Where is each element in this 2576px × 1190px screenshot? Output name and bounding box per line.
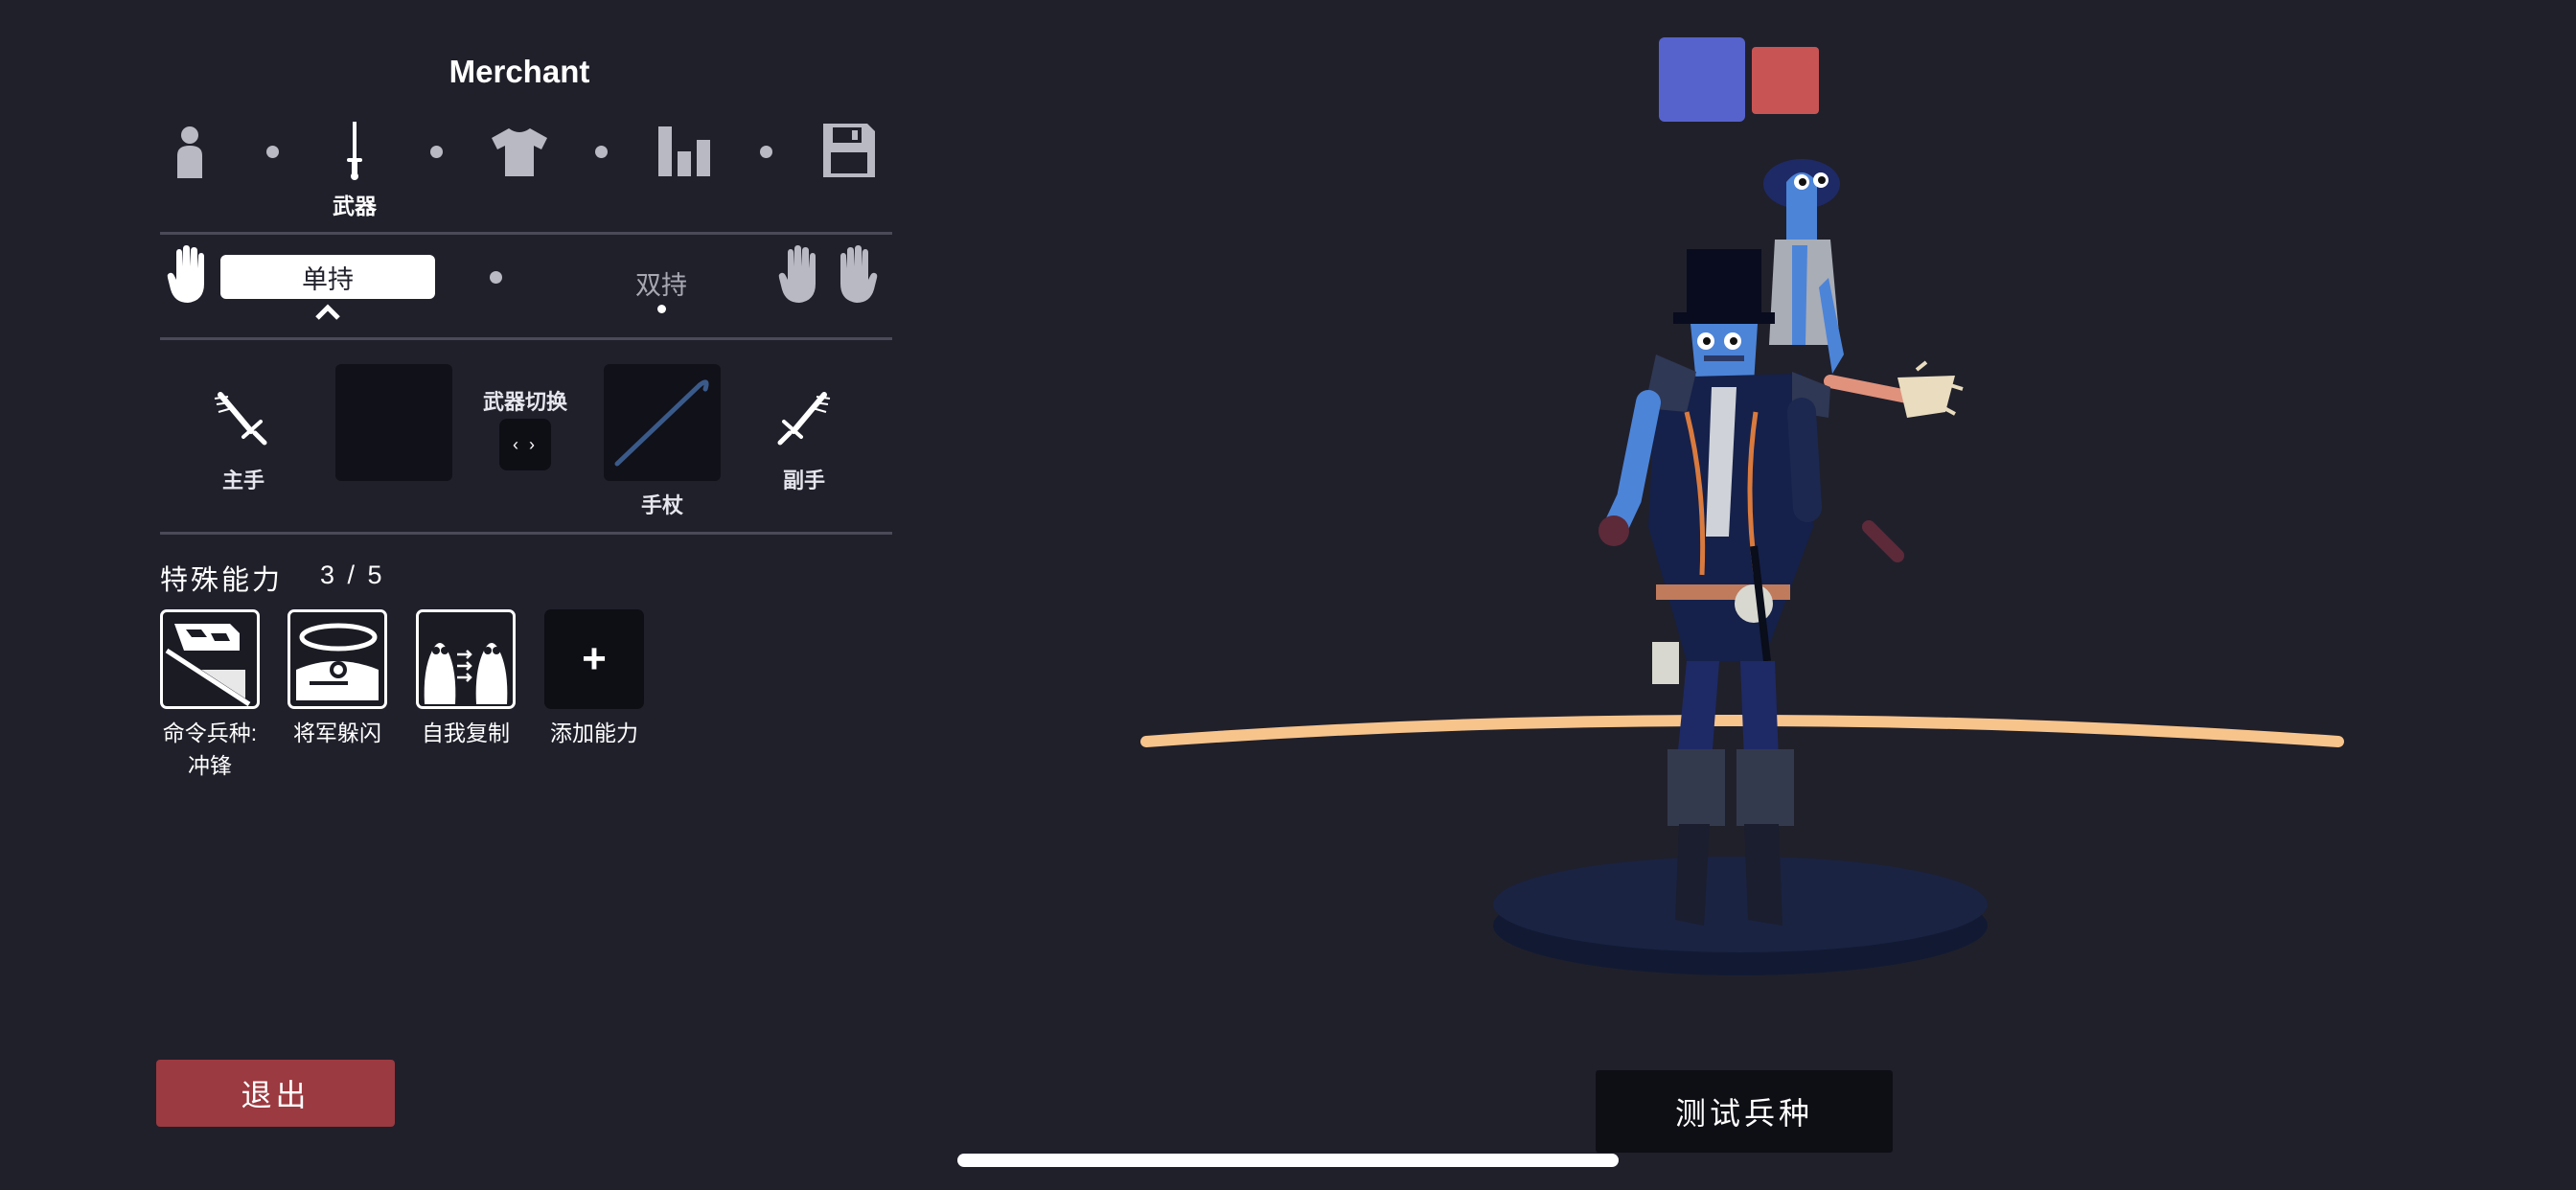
abilities-count: 3 / 5 — [320, 561, 385, 589]
weapon-switch-label: 武器切换 — [482, 390, 567, 414]
ability-command-charge[interactable] — [160, 609, 260, 709]
selected-chevron-icon — [314, 303, 341, 325]
ground-line — [1140, 715, 2344, 747]
one-hand-button[interactable] — [167, 245, 213, 309]
off-hand-weapon-name: 手杖 — [640, 493, 683, 517]
abilities-title: 特殊能力 — [160, 565, 284, 596]
divider — [160, 532, 892, 535]
general-dodge-icon — [296, 623, 379, 700]
person-icon — [177, 126, 202, 178]
step-weapon-label: 武器 — [333, 194, 377, 218]
step-clothing[interactable] — [489, 125, 550, 178]
cane-icon — [614, 379, 709, 467]
unit-preview[interactable] — [1131, 125, 2367, 1006]
ability-label: 将军躲闪 — [293, 721, 381, 745]
weapon-switch-button[interactable]: ‹ › — [499, 419, 551, 470]
add-ability-button[interactable]: + — [544, 609, 644, 709]
off-hand-icon[interactable] — [774, 389, 832, 453]
step-separator — [266, 146, 279, 158]
one-handed-option[interactable]: 单持 — [220, 255, 435, 299]
hand-separator-dot — [490, 271, 502, 284]
stats-icon — [658, 126, 710, 176]
add-ability-label: 添加能力 — [550, 721, 638, 745]
ability-label: 自我复制 — [422, 721, 510, 745]
step-separator — [430, 146, 443, 158]
two-handed-option[interactable]: 双持 — [613, 264, 709, 302]
home-indicator[interactable] — [957, 1154, 1619, 1167]
shirt-icon — [492, 128, 547, 176]
step-person[interactable] — [171, 123, 209, 180]
divider — [160, 232, 892, 235]
off-hand-weapon-slot[interactable] — [604, 364, 721, 481]
two-hand-icon — [778, 245, 878, 303]
main-hand-weapon-slot[interactable] — [335, 364, 452, 481]
divider — [160, 337, 892, 340]
step-separator — [595, 146, 608, 158]
step-save[interactable] — [820, 121, 878, 180]
team-red-button[interactable] — [1752, 47, 1819, 114]
save-icon — [823, 124, 875, 177]
main-hand-icon[interactable] — [213, 389, 270, 453]
ability-label-line: 冲锋 — [188, 753, 232, 778]
step-stats[interactable] — [656, 123, 713, 178]
step-separator — [760, 146, 772, 158]
ability-general-dodge[interactable] — [288, 609, 387, 709]
merchant-figure — [1598, 249, 1830, 926]
self-clone-icon — [424, 643, 508, 704]
ability-label: 命令兵种: 冲锋 — [144, 717, 276, 782]
ability-self-clone[interactable] — [416, 609, 516, 709]
off-hand-label: 副手 — [782, 469, 825, 492]
pedestal-top — [1493, 857, 1988, 952]
ability-label-line: 命令兵种: — [162, 721, 258, 745]
one-hand-icon — [167, 245, 204, 303]
command-charge-icon — [165, 624, 251, 706]
sword-icon — [347, 122, 362, 180]
exit-button[interactable]: 退出 — [156, 1060, 395, 1127]
two-hand-button[interactable] — [778, 245, 878, 309]
two-handed-indicator-dot — [657, 305, 666, 313]
unit-name: Merchant — [448, 54, 590, 89]
main-hand-label: 主手 — [221, 469, 264, 492]
step-weapon[interactable] — [335, 119, 374, 182]
test-unit-button[interactable]: 测试兵种 — [1596, 1070, 1893, 1153]
team-blue-button[interactable] — [1659, 37, 1745, 122]
